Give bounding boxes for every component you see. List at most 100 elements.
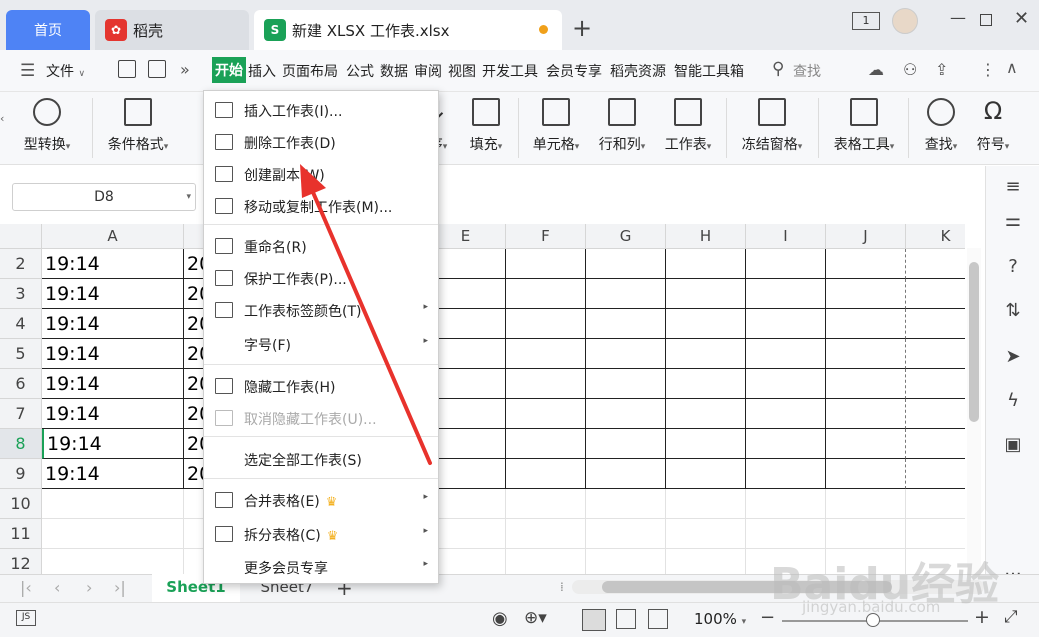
name-box[interactable]: D8 ▾ xyxy=(12,183,196,211)
cell-empty[interactable] xyxy=(826,249,906,279)
page-break-view-icon[interactable] xyxy=(648,609,668,629)
sync-icon[interactable]: ⇅ xyxy=(1002,300,1024,322)
hamburger-icon[interactable]: ☰ xyxy=(20,61,35,81)
row-header[interactable]: 2 xyxy=(0,249,42,279)
tab-daoke[interactable]: ✿ 稻壳 xyxy=(95,10,249,50)
row-header[interactable]: 7 xyxy=(0,399,42,429)
cell-empty[interactable] xyxy=(746,459,826,489)
tab-document[interactable]: S 新建 XLSX 工作表.xlsx xyxy=(254,10,562,50)
row-header[interactable]: 3 xyxy=(0,279,42,309)
minimize-icon[interactable]: — xyxy=(950,8,966,27)
cell-empty[interactable] xyxy=(586,429,666,459)
row-header[interactable]: 12 xyxy=(0,549,42,576)
menu-item-start[interactable]: 开始 xyxy=(212,57,246,83)
cell-empty[interactable] xyxy=(506,279,586,309)
cell-a[interactable] xyxy=(42,549,184,576)
menu-item-smart-toolbox[interactable]: 智能工具箱 xyxy=(674,61,744,81)
column-header-a[interactable]: A xyxy=(42,224,184,249)
cell-empty[interactable] xyxy=(826,399,906,429)
cell-empty[interactable] xyxy=(586,339,666,369)
column-header-f[interactable]: F xyxy=(506,224,586,249)
cell-empty[interactable] xyxy=(826,459,906,489)
cell-empty[interactable] xyxy=(586,309,666,339)
share-user-icon[interactable]: ⚇ xyxy=(903,60,917,79)
cell-empty[interactable] xyxy=(666,459,746,489)
cell-empty[interactable] xyxy=(666,489,746,519)
reading-mode-icon[interactable]: ⊕▾ xyxy=(524,608,547,628)
context-menu-item[interactable]: 插入工作表(I)... xyxy=(204,94,438,126)
cell-empty[interactable] xyxy=(586,549,666,576)
first-sheet-icon[interactable]: |‹ xyxy=(20,578,32,597)
menu-item-developer[interactable]: 开发工具 xyxy=(482,61,538,81)
cell-empty[interactable] xyxy=(666,309,746,339)
cell-a[interactable]: 19:14 xyxy=(42,279,184,309)
last-sheet-icon[interactable]: ›| xyxy=(114,578,126,597)
menu-item-review[interactable]: 审阅 xyxy=(414,61,442,81)
lightning-icon[interactable]: ϟ xyxy=(1002,390,1024,412)
row-header[interactable]: 4 xyxy=(0,309,42,339)
export-icon[interactable] xyxy=(148,60,166,78)
cell-empty[interactable] xyxy=(746,369,826,399)
prev-sheet-icon[interactable]: ‹ xyxy=(54,578,60,597)
ribbon-freeze-panes[interactable]: 冻结窗格▾ xyxy=(734,92,810,164)
cell-empty[interactable] xyxy=(586,459,666,489)
cell-empty[interactable] xyxy=(826,339,906,369)
cell-empty[interactable] xyxy=(906,279,965,309)
context-menu-item[interactable]: 更多会员专享 ▸ xyxy=(204,551,438,583)
row-header[interactable]: 6 xyxy=(0,369,42,399)
cell-empty[interactable] xyxy=(666,549,746,576)
cell-empty[interactable] xyxy=(586,249,666,279)
cell-empty[interactable] xyxy=(826,279,906,309)
cell-empty[interactable] xyxy=(506,489,586,519)
more-chevron-icon[interactable]: » xyxy=(180,60,190,79)
column-header-j[interactable]: J xyxy=(826,224,906,249)
cell-empty[interactable] xyxy=(906,429,965,459)
maximize-icon[interactable] xyxy=(980,14,992,26)
settings-slider-icon[interactable]: ⚌ xyxy=(1002,210,1024,232)
menu-item-insert[interactable]: 插入 xyxy=(248,61,276,81)
cell-empty[interactable] xyxy=(826,309,906,339)
ribbon-type-convert[interactable]: 型转换▾ xyxy=(12,92,82,164)
ribbon-cell[interactable]: 单元格▾ xyxy=(526,92,586,164)
cell-empty[interactable] xyxy=(826,369,906,399)
cell-empty[interactable] xyxy=(586,399,666,429)
close-icon[interactable]: ✕ xyxy=(1014,8,1029,29)
eye-protect-icon[interactable]: ◉ xyxy=(492,608,508,629)
cell-empty[interactable] xyxy=(906,249,965,279)
add-tab-button[interactable]: + xyxy=(572,14,592,42)
zoom-level[interactable]: 100% ▾ xyxy=(694,610,746,628)
cell-empty[interactable] xyxy=(586,489,666,519)
cursor-pointer-icon[interactable]: ➤ xyxy=(1002,346,1024,368)
cell-empty[interactable] xyxy=(906,309,965,339)
panel-menu-icon[interactable]: ≡ xyxy=(1002,176,1024,198)
cell-empty[interactable] xyxy=(666,339,746,369)
search-icon[interactable]: ⚲ xyxy=(772,59,784,79)
cell-empty[interactable] xyxy=(666,519,746,549)
ribbon-worksheet[interactable]: 工作表▾ xyxy=(658,92,718,164)
context-menu-item[interactable]: 拆分表格(C) ♛ ▸ xyxy=(204,518,438,550)
cell-a[interactable]: 19:14 xyxy=(42,339,184,369)
ribbon-find[interactable]: 查找▾ xyxy=(916,92,966,164)
avatar[interactable] xyxy=(892,8,918,34)
column-header-h[interactable]: H xyxy=(666,224,746,249)
help-icon[interactable]: ? xyxy=(1002,256,1024,278)
cell-empty[interactable] xyxy=(506,549,586,576)
cell-empty[interactable] xyxy=(506,249,586,279)
ribbon-scroll-left-icon[interactable]: ‹ xyxy=(0,112,10,142)
page-layout-icon[interactable]: 1 xyxy=(852,12,880,30)
cell-a[interactable]: 19:14 xyxy=(42,369,184,399)
macro-js-icon[interactable]: JS xyxy=(16,610,36,626)
collapse-ribbon-icon[interactable]: ∧ xyxy=(1006,58,1018,77)
cell-empty[interactable] xyxy=(506,339,586,369)
file-menu[interactable]: 文件 ∨ xyxy=(46,61,85,81)
cell-empty[interactable] xyxy=(746,489,826,519)
search-input[interactable]: 查找 xyxy=(793,61,821,81)
spreadsheet-grid[interactable]: A E F G H I J K 2 19:14 20 3 19:14 20 4 19:14 20… xyxy=(0,224,965,576)
ribbon-conditional-format[interactable]: 条件格式▾ xyxy=(100,92,176,164)
cell-empty[interactable] xyxy=(666,429,746,459)
ribbon-symbol[interactable]: Ω 符号▾ xyxy=(968,92,1018,164)
cell-empty[interactable] xyxy=(746,279,826,309)
cell-empty[interactable] xyxy=(666,399,746,429)
cell-empty[interactable] xyxy=(666,279,746,309)
column-header-k[interactable]: K xyxy=(906,224,965,249)
